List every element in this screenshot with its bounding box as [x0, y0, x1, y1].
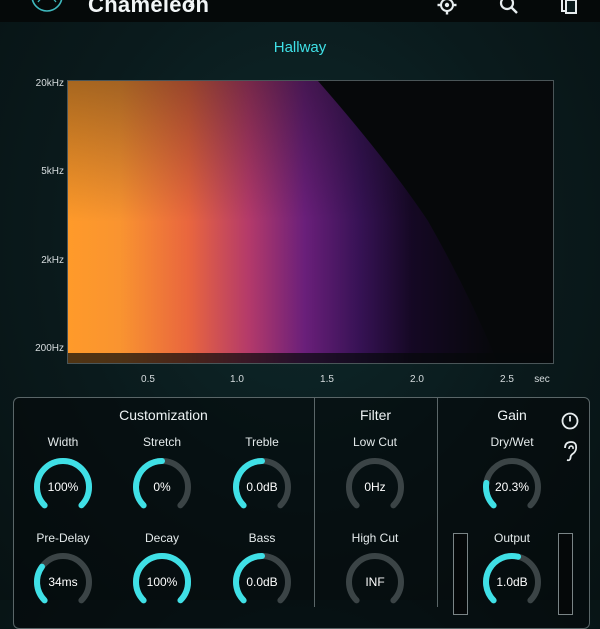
output-knob-value: 1.0dB [496, 575, 528, 589]
section-title-customization: Customization [119, 407, 208, 423]
knob-label-dry-wet: Dry/Wet [490, 435, 534, 449]
search-icon[interactable] [498, 0, 520, 16]
low-cut-knob[interactable]: 0Hz [343, 455, 407, 519]
x-tick-2-0: 2.0 [410, 374, 424, 385]
gear-icon[interactable] [436, 0, 458, 16]
high-cut-knob-value: INF [365, 575, 385, 589]
knob-label-output: Output [493, 531, 531, 545]
bass-knob[interactable]: 0.0dB [230, 550, 294, 614]
knob-label-decay: Decay [144, 531, 179, 545]
section-title-filter: Filter [359, 407, 392, 423]
decay-knob-value: 100% [146, 575, 178, 589]
pre-delay-knob-value: 34ms [48, 575, 78, 589]
low-cut-knob-value: 0Hz [364, 480, 386, 494]
input-level-meter [453, 533, 468, 615]
y-tick-5khz: 5kHz [41, 166, 64, 177]
y-tick-200hz: 200Hz [35, 343, 64, 354]
knob-label-stretch: Stretch [142, 435, 181, 449]
knob-label-low-cut: Low Cut [352, 435, 398, 449]
x-tick-2-5: 2.5 [500, 374, 514, 385]
dry-wet-knob[interactable]: 20.3% [480, 455, 544, 519]
y-tick-2khz: 2kHz [41, 255, 64, 266]
pre-delay-knob[interactable]: 34ms [31, 550, 95, 614]
x-axis-unit: sec [534, 374, 550, 385]
section-divider [314, 397, 315, 607]
output-level-meter [558, 533, 573, 615]
width-knob[interactable]: 100% [31, 455, 95, 519]
stretch-knob-value: 0% [153, 480, 171, 494]
decay-knob[interactable]: 100% [130, 550, 194, 614]
spectrogram-heatmap [68, 81, 553, 363]
high-cut-knob[interactable]: INF [343, 550, 407, 614]
app-version-superscript: 2 [188, 0, 195, 10]
ear-icon[interactable] [560, 440, 580, 462]
x-tick-1-0: 1.0 [230, 374, 244, 385]
knob-label-treble: Treble [245, 435, 279, 449]
x-tick-1-5: 1.5 [320, 374, 334, 385]
knob-label-bass: Bass [248, 531, 276, 545]
dry-wet-knob-value: 20.3% [494, 480, 530, 494]
knob-label-high-cut: High Cut [351, 531, 399, 545]
width-knob-value: 100% [47, 480, 79, 494]
output-knob[interactable]: 1.0dB [480, 550, 544, 614]
stretch-knob[interactable]: 0% [130, 455, 194, 519]
preset-copy-icon[interactable] [558, 0, 580, 16]
chameleon-logo-icon [31, 0, 63, 12]
treble-knob[interactable]: 0.0dB [230, 455, 294, 519]
power-icon[interactable] [560, 410, 580, 432]
bass-knob-value: 0.0dB [246, 575, 278, 589]
knob-label-width: Width [47, 435, 79, 449]
x-tick-0-5: 0.5 [141, 374, 155, 385]
section-divider [437, 397, 438, 607]
knob-label-pre-delay: Pre-Delay [36, 531, 90, 545]
preset-name: Hallway [273, 39, 327, 56]
y-tick-20khz: 20kHz [35, 78, 64, 89]
treble-knob-value: 0.0dB [246, 480, 278, 494]
spectrogram-display [67, 80, 554, 364]
